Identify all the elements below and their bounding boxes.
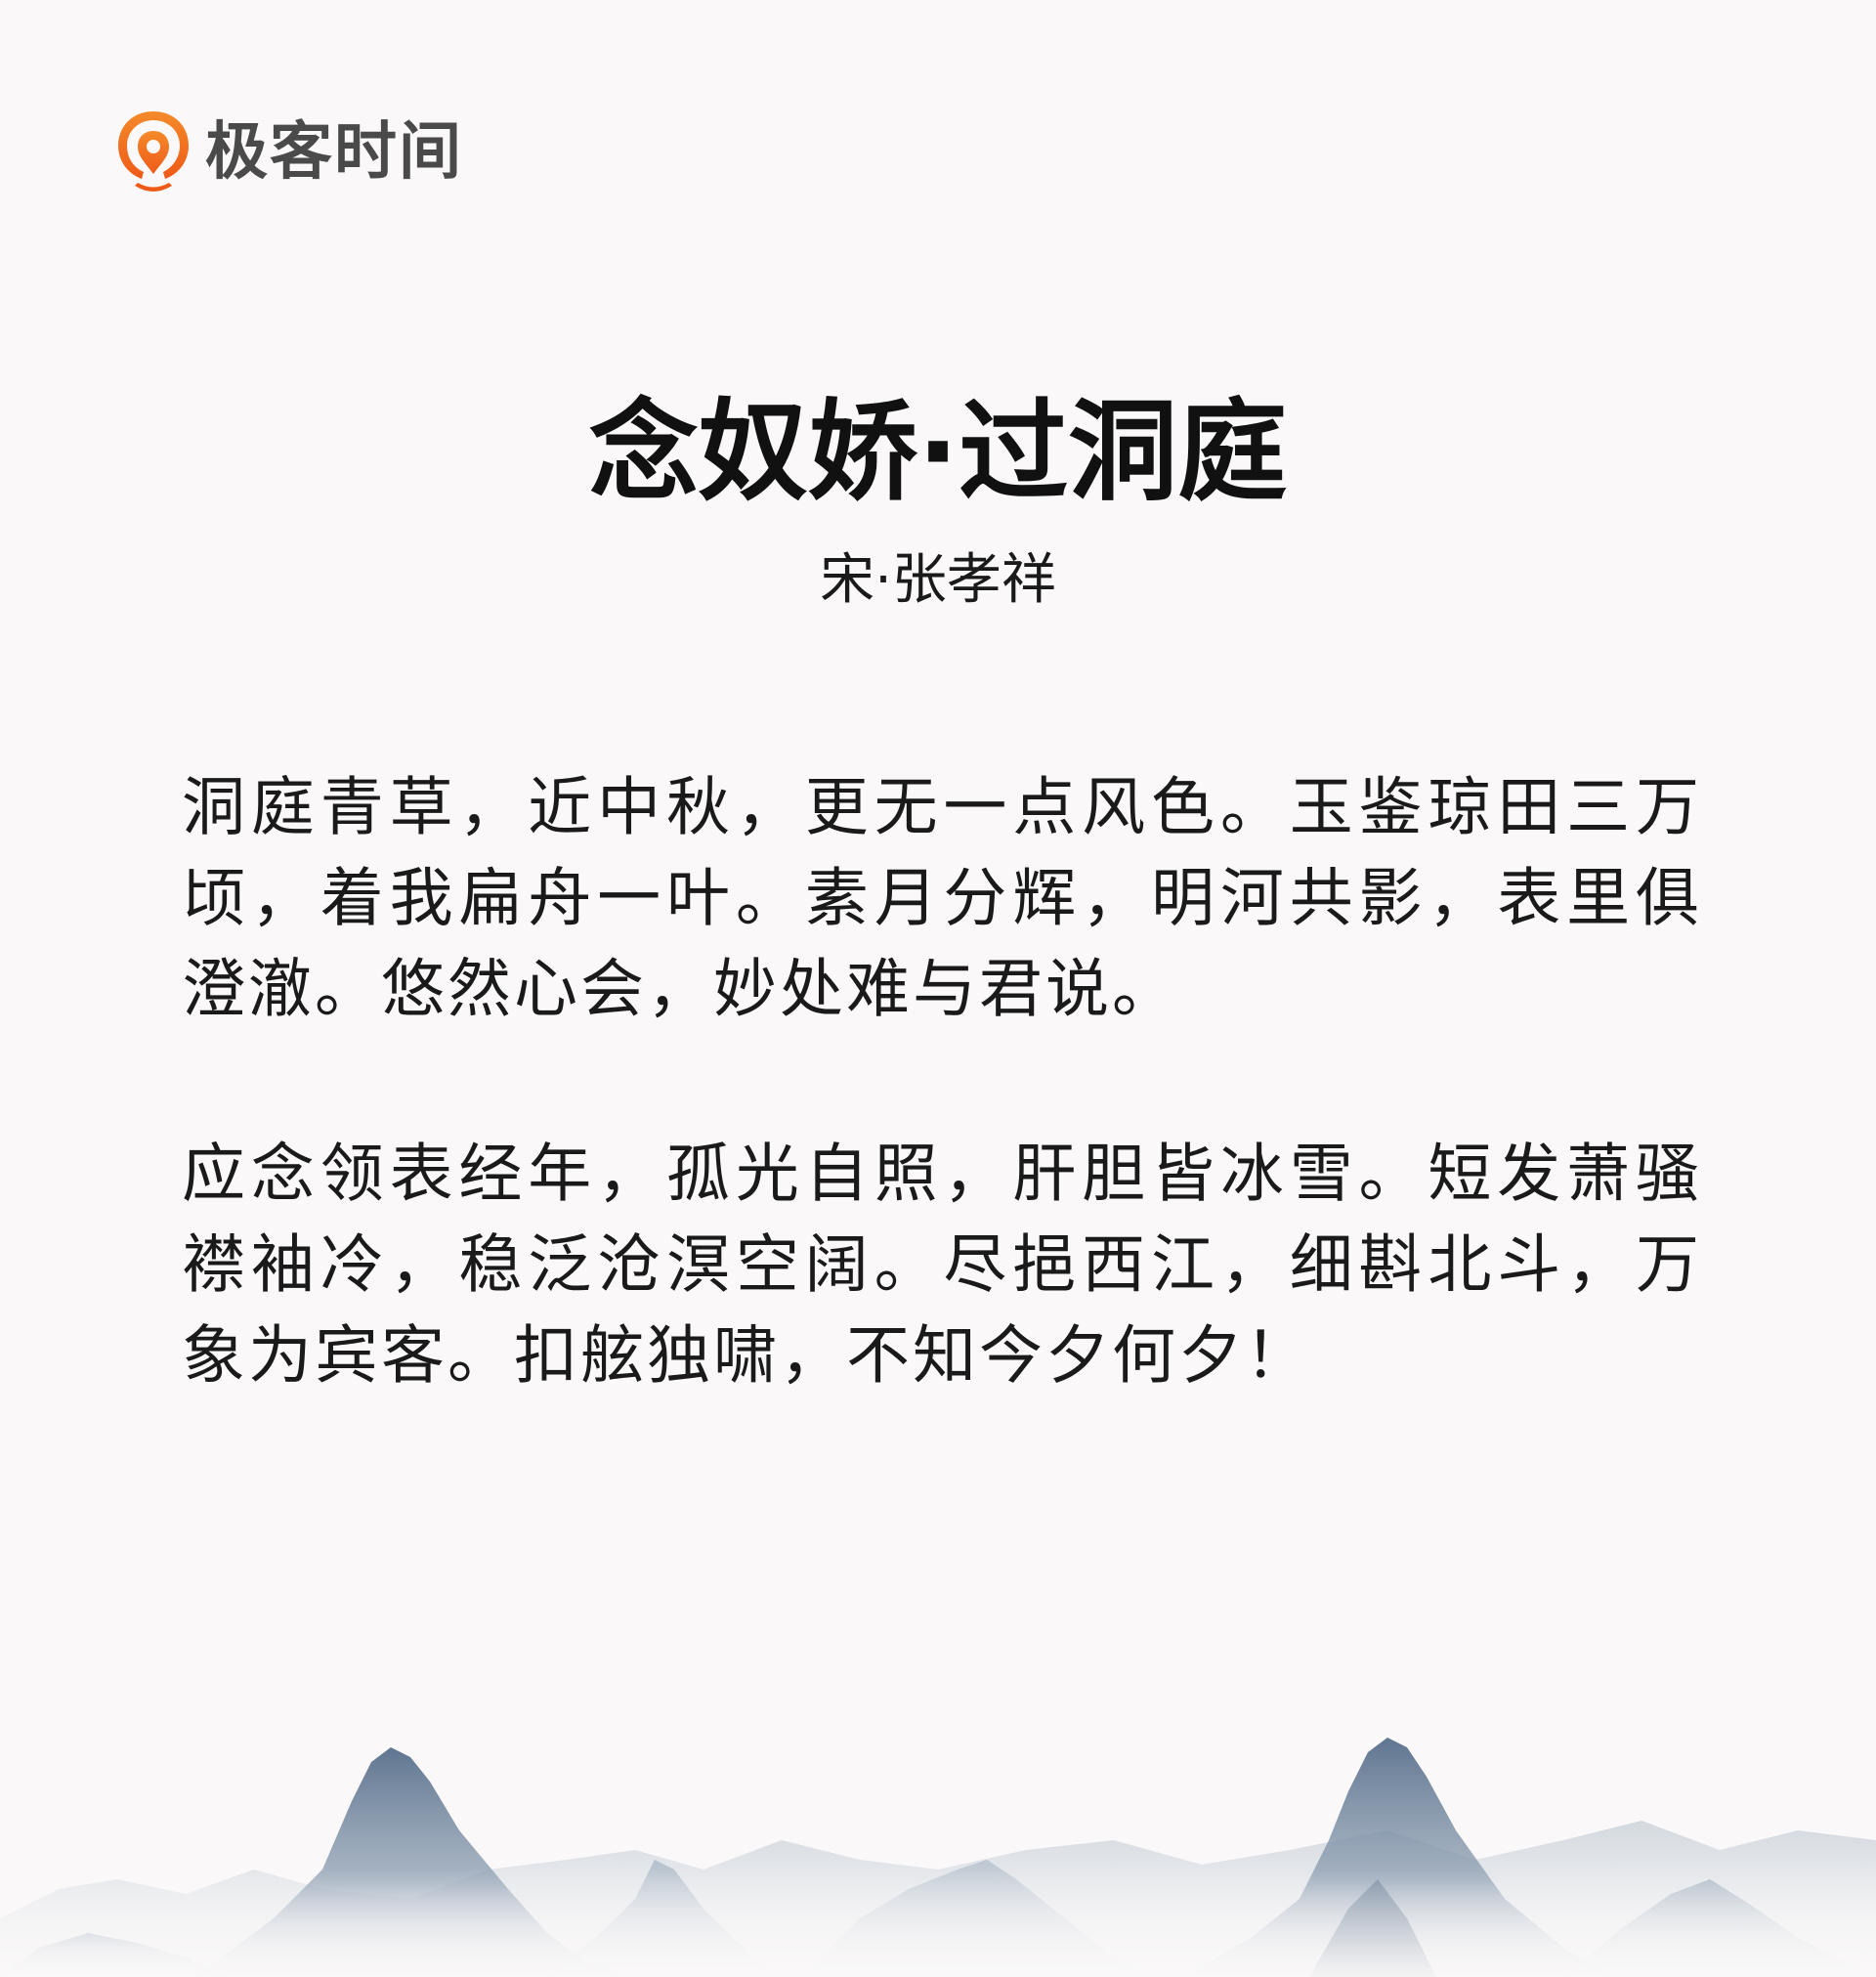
- poem-stanza-1: 洞庭青草，近中秋，更无一点风色。玉鉴琼田三万顷，着我扁舟一叶。素月分辉，明河共影…: [182, 771, 1702, 1026]
- poem-stanza-2: 应念领表经年，孤光自照，肝胆皆冰雪。短发萧骚襟袖冷，稳泛沧溟空阔。尽挹西江，细斟…: [182, 1138, 1702, 1393]
- poem-card: 极客时间 念奴娇·过洞庭 宋·张孝祥 洞庭青草，近中秋，更无一点风色。玉鉴琼田三…: [0, 0, 1876, 1977]
- brand: 极客时间: [113, 106, 463, 199]
- geektime-logo-icon: [118, 111, 189, 192]
- brand-name: 极客时间: [205, 116, 463, 189]
- poem-title: 念奴娇·过洞庭: [588, 389, 1288, 516]
- poem-author: 宋·张孝祥: [820, 548, 1056, 612]
- ink-mountains-icon: [0, 1738, 1876, 1977]
